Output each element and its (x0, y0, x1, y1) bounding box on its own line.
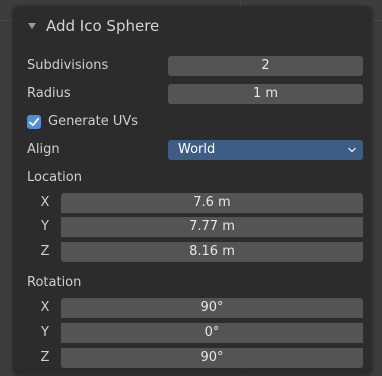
subdivisions-label: Subdivisions (27, 58, 109, 73)
3d-viewport[interactable]: Add Ico Sphere Subdivisions 2 Radius 1 m… (0, 0, 382, 376)
radius-label: Radius (27, 86, 71, 101)
chevron-down-icon[interactable] (28, 23, 36, 29)
rotation-z-label: Z (40, 350, 50, 365)
align-dropdown-value: World (178, 142, 216, 157)
rotation-y-label: Y (41, 325, 49, 340)
chevron-down-icon (348, 147, 356, 153)
panel-header[interactable]: Add Ico Sphere (13, 6, 372, 46)
radius-field[interactable]: 1 m (168, 84, 363, 104)
rotation-x-field[interactable]: 90° (61, 298, 363, 318)
location-z-field[interactable]: 8.16 m (61, 242, 363, 262)
checkmark-icon (29, 117, 40, 127)
generate-uvs-checkbox[interactable] (27, 115, 41, 129)
panel-title: Add Ico Sphere (46, 17, 160, 35)
rotation-x-label: X (40, 300, 50, 315)
location-label: Location (27, 170, 82, 185)
location-x-label: X (40, 195, 50, 210)
rotation-label: Rotation (27, 275, 82, 290)
subdivisions-field[interactable]: 2 (168, 56, 363, 76)
align-dropdown[interactable]: World (168, 140, 363, 160)
location-x-field[interactable]: 7.6 m (61, 193, 363, 213)
generate-uvs-label[interactable]: Generate UVs (48, 112, 138, 132)
location-z-label: Z (40, 244, 50, 259)
operator-panel: Add Ico Sphere Subdivisions 2 Radius 1 m… (13, 6, 372, 374)
rotation-y-field[interactable]: 0° (61, 323, 363, 343)
align-label: Align (27, 142, 60, 157)
rotation-z-field[interactable]: 90° (61, 348, 363, 368)
location-y-label: Y (41, 219, 49, 234)
location-y-field[interactable]: 7.77 m (61, 217, 363, 237)
